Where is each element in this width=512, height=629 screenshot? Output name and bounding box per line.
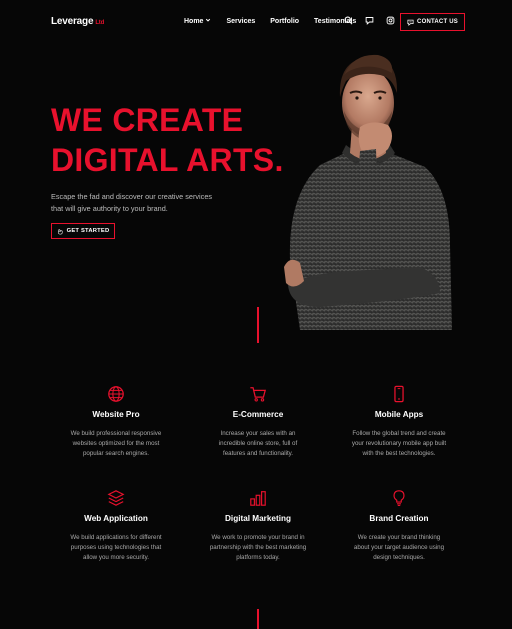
service-desc-line: Increase your sales with an <box>220 430 296 437</box>
bar-chart-icon <box>193 488 323 508</box>
mobile-icon <box>334 384 464 404</box>
layers-icon <box>51 488 181 508</box>
chevron-down-icon <box>205 17 211 25</box>
hero-tagline-line1: Escape the fad and discover our creative… <box>51 192 213 201</box>
service-desc-line: We build applications for different <box>70 534 162 541</box>
hero-headline: WE CREATE DIGITAL ARTS. <box>51 100 284 180</box>
service-card-digital-marketing[interactable]: Digital Marketing We work to promote you… <box>193 488 323 563</box>
service-card-e-commerce[interactable]: E-Commerce Increase your sales with an i… <box>193 384 323 459</box>
hero-headline-line1: WE CREATE <box>51 102 244 138</box>
service-title: Digital Marketing <box>225 514 291 523</box>
service-desc-line: features and functionality. <box>222 450 294 457</box>
service-title: E-Commerce <box>232 410 284 419</box>
chat-bubble-icon <box>407 19 414 26</box>
service-card-brand-creation[interactable]: Brand Creation We create your brand thin… <box>334 488 464 563</box>
nav-item-home[interactable]: Home <box>184 17 211 25</box>
hero-portrait-image <box>280 45 455 330</box>
service-desc-line: your revolutionary mobile app built <box>351 440 447 447</box>
service-description: We build applications for different purp… <box>51 533 181 563</box>
service-desc-line: platforms today. <box>236 554 280 561</box>
nav-item-home-label: Home <box>184 17 204 25</box>
service-description: We create your brand thinking about your… <box>334 533 464 563</box>
service-description: We build professional responsive website… <box>51 429 181 459</box>
service-description: Increase your sales with an incredible o… <box>193 429 323 459</box>
service-desc-line: design techniques. <box>373 554 425 561</box>
brand-logo[interactable]: Leverage Ltd <box>51 16 104 27</box>
service-desc-line: incredible online store, full of <box>218 440 298 447</box>
hand-pointer-icon <box>57 228 63 234</box>
lightbulb-icon <box>334 488 464 508</box>
service-desc-line: with the best technologies. <box>362 450 436 457</box>
globe-icon <box>51 384 181 404</box>
service-card-mobile-apps[interactable]: Mobile Apps Follow the global trend and … <box>334 384 464 459</box>
service-card-web-application[interactable]: Web Application We build applications fo… <box>51 488 181 563</box>
brand-suffix: Ltd <box>95 20 105 26</box>
search-icon[interactable] <box>343 15 353 25</box>
get-started-label: GET STARTED <box>66 228 110 234</box>
service-description: Follow the global trend and create your … <box>334 429 464 459</box>
service-desc-line: about your target audience using <box>353 544 445 551</box>
cart-icon <box>193 384 323 404</box>
service-desc-line: We create your brand thinking <box>357 534 441 541</box>
brand-name: Leverage <box>51 16 94 27</box>
service-title: Brand Creation <box>369 514 429 523</box>
hero-tagline-line2: that will give authority to your brand. <box>51 204 168 213</box>
service-desc-line: popular search engines. <box>82 450 150 457</box>
nav-item-portfolio[interactable]: Portfolio <box>270 17 299 25</box>
service-desc-line: websites optimized for the most <box>72 440 160 447</box>
get-started-button[interactable]: GET STARTED <box>51 223 115 239</box>
hero-headline-line2: DIGITAL ARTS. <box>51 142 284 178</box>
service-title: Mobile Apps <box>374 410 424 419</box>
chat-icon[interactable] <box>364 15 374 25</box>
instagram-icon[interactable] <box>385 15 395 25</box>
scroll-divider-top <box>257 307 259 343</box>
service-desc-line: We work to promote your brand in <box>211 534 305 541</box>
service-desc-line: partnership with the best marketing <box>209 544 307 551</box>
service-description: We work to promote your brand in partner… <box>193 533 323 563</box>
service-title: Web Application <box>84 514 148 523</box>
contact-us-button[interactable]: CONTACT US <box>400 13 465 31</box>
contact-us-label: CONTACT US <box>417 19 458 25</box>
service-desc-line: allow you more security. <box>83 554 149 561</box>
service-desc-line: We build professional responsive <box>70 430 162 437</box>
service-desc-line: Follow the global trend and create <box>352 430 446 437</box>
hero-tagline: Escape the fad and discover our creative… <box>51 191 251 215</box>
nav-icon-group <box>343 15 395 25</box>
service-desc-line: purposes using technologies that <box>70 544 162 551</box>
service-card-website-pro[interactable]: Website Pro We build professional respon… <box>51 384 181 459</box>
service-title: Website Pro <box>92 410 140 419</box>
nav-item-services[interactable]: Services <box>226 17 255 25</box>
navbar: Leverage Ltd Home Services Portfolio Test… <box>0 0 512 44</box>
scroll-divider-bottom <box>257 609 259 629</box>
